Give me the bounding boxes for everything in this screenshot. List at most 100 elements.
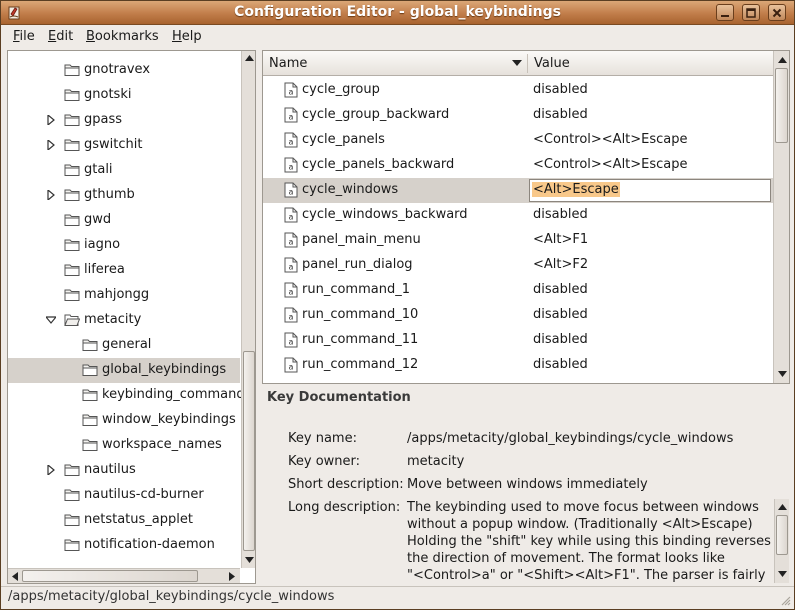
directory-tree[interactable]: gnotravex gnotski gpass gswitchit gtali gthum…: [7, 50, 256, 584]
tree-item[interactable]: gwd: [8, 208, 240, 233]
string-key-icon: a: [284, 357, 298, 373]
svg-text:a: a: [289, 313, 294, 322]
tree-horizontal-scrollbar[interactable]: [8, 568, 240, 583]
maximize-button[interactable]: [742, 4, 760, 21]
tree-item[interactable]: liferea: [8, 258, 240, 283]
key-value-cell[interactable]: disabled: [533, 332, 588, 347]
tree-item[interactable]: general: [8, 333, 240, 358]
key-value-cell[interactable]: <Alt>F2: [533, 257, 588, 272]
list-scroll-down-arrow[interactable]: [775, 367, 789, 381]
key-name-cell: run_command_10: [302, 307, 419, 322]
key-value-cell[interactable]: <Alt>F1: [533, 232, 588, 247]
key-value-cell[interactable]: disabled: [533, 357, 588, 372]
key-value-cell[interactable]: disabled: [533, 282, 588, 297]
keys-list[interactable]: Name Value a cycle_group disabled a cycle_gr…: [262, 50, 790, 384]
key-row[interactable]: a cycle_panels_backward <Control><Alt>Esca…: [263, 153, 773, 178]
scroll-left-arrow[interactable]: [8, 569, 22, 583]
expander-collapsed-icon[interactable]: [46, 140, 56, 150]
string-key-icon: a: [284, 282, 298, 298]
expander-expanded-icon[interactable]: [46, 315, 56, 325]
scroll-up-arrow[interactable]: [242, 51, 255, 65]
key-row[interactable]: a run_command_1 disabled: [263, 278, 773, 303]
key-value-cell[interactable]: disabled: [533, 307, 588, 322]
key-row[interactable]: a panel_main_menu <Alt>F1: [263, 228, 773, 253]
tree-item[interactable]: gtali: [8, 158, 240, 183]
minimize-button[interactable]: [716, 4, 734, 21]
key-row[interactable]: a run_command_10 disabled: [263, 303, 773, 328]
close-button[interactable]: [768, 4, 786, 21]
paned-handle-horizontal[interactable]: [501, 385, 549, 389]
expander-collapsed-icon[interactable]: [46, 190, 56, 200]
tree-item[interactable]: workspace_names: [8, 433, 240, 458]
doc-scroll-up-arrow[interactable]: [775, 500, 789, 514]
sort-down-icon[interactable]: [512, 60, 522, 66]
column-header-name[interactable]: Name: [269, 56, 307, 71]
menu-help[interactable]: Help: [172, 29, 202, 44]
key-name-cell: cycle_panels: [302, 132, 385, 147]
key-row[interactable]: a run_command_12 disabled: [263, 353, 773, 378]
tree-item[interactable]: gnotski: [8, 83, 240, 108]
folder-icon: [64, 264, 80, 276]
folder-icon: [64, 289, 80, 301]
list-scroll-up-arrow[interactable]: [775, 53, 789, 67]
menu-bar: File Edit Bookmarks Help: [1, 26, 794, 48]
expander-collapsed-icon[interactable]: [46, 115, 56, 125]
menu-edit[interactable]: Edit: [48, 29, 73, 44]
tree-item-label: notification-daemon: [84, 537, 215, 552]
tree-hscroll-thumb[interactable]: [22, 570, 198, 582]
column-header-value[interactable]: Value: [534, 56, 570, 71]
tree-item-label: gpass: [84, 112, 123, 127]
key-row[interactable]: a cycle_group disabled: [263, 78, 773, 103]
string-key-icon: a: [284, 132, 298, 148]
tree-item[interactable]: gnotravex: [8, 58, 240, 83]
tree-scroll-thumb[interactable]: [243, 351, 255, 551]
tree-item[interactable]: nautilus: [8, 458, 240, 483]
resize-grip-icon[interactable]: [779, 594, 791, 606]
tree-item[interactable]: window_keybindings: [8, 408, 240, 433]
scroll-down-arrow[interactable]: [242, 553, 255, 567]
tree-vertical-scrollbar[interactable]: [241, 51, 255, 568]
key-value-cell[interactable]: disabled: [533, 207, 588, 222]
svg-text:a: a: [289, 288, 294, 297]
menu-file[interactable]: File: [13, 29, 35, 44]
tree-item[interactable]: gpass: [8, 108, 240, 133]
tree-item[interactable]: netstatus_applet: [8, 508, 240, 533]
tree-item[interactable]: mahjongg: [8, 283, 240, 308]
key-value-cell[interactable]: disabled: [533, 107, 588, 122]
expander-collapsed-icon[interactable]: [46, 465, 56, 475]
key-owner-value: metacity: [407, 454, 465, 469]
svg-text:a: a: [289, 213, 294, 222]
title-bar[interactable]: Configuration Editor - global_keybinding…: [1, 1, 794, 25]
tree-item[interactable]: keybinding_commands: [8, 383, 251, 408]
tree-item[interactable]: gthumb: [8, 183, 240, 208]
menu-bookmarks[interactable]: Bookmarks: [86, 29, 159, 44]
key-row[interactable]: a panel_run_dialog <Alt>F2: [263, 253, 773, 278]
doc-vertical-scrollbar[interactable]: [774, 499, 789, 583]
doc-scroll-thumb[interactable]: [776, 515, 788, 555]
key-row[interactable]: a cycle_windows <Alt>Escape: [263, 178, 773, 203]
tree-item[interactable]: global_keybindings: [8, 358, 240, 383]
value-edit-field[interactable]: <Alt>Escape: [529, 179, 771, 202]
list-scroll-thumb[interactable]: [775, 68, 788, 143]
doc-scroll-down-arrow[interactable]: [775, 567, 789, 581]
svg-text:a: a: [289, 363, 294, 372]
key-value-cell[interactable]: <Control><Alt>Escape: [533, 157, 688, 172]
key-value-cell[interactable]: <Control><Alt>Escape: [533, 132, 688, 147]
tree-item[interactable]: metacity: [8, 308, 240, 333]
tree-item[interactable]: gswitchit: [8, 133, 240, 158]
list-vertical-scrollbar[interactable]: [773, 51, 789, 383]
key-row[interactable]: a cycle_windows_backward disabled: [263, 203, 773, 228]
key-row[interactable]: a run_command_11 disabled: [263, 328, 773, 353]
tree-item[interactable]: nautilus-cd-burner: [8, 483, 240, 508]
tree-item-label: gswitchit: [84, 137, 143, 152]
configuration-editor-window: Configuration Editor - global_keybinding…: [0, 0, 795, 610]
tree-item[interactable]: notification-daemon: [8, 533, 240, 558]
key-row[interactable]: a cycle_panels <Control><Alt>Escape: [263, 128, 773, 153]
scroll-right-arrow[interactable]: [225, 569, 239, 583]
key-row[interactable]: a cycle_group_backward disabled: [263, 103, 773, 128]
paned-handle-vertical[interactable]: [257, 291, 261, 311]
key-value-cell[interactable]: disabled: [533, 82, 588, 97]
tree-item-label: nautilus: [84, 462, 136, 477]
long-description-text[interactable]: The keybinding used to move focus betwee…: [405, 499, 773, 583]
tree-item[interactable]: iagno: [8, 233, 240, 258]
